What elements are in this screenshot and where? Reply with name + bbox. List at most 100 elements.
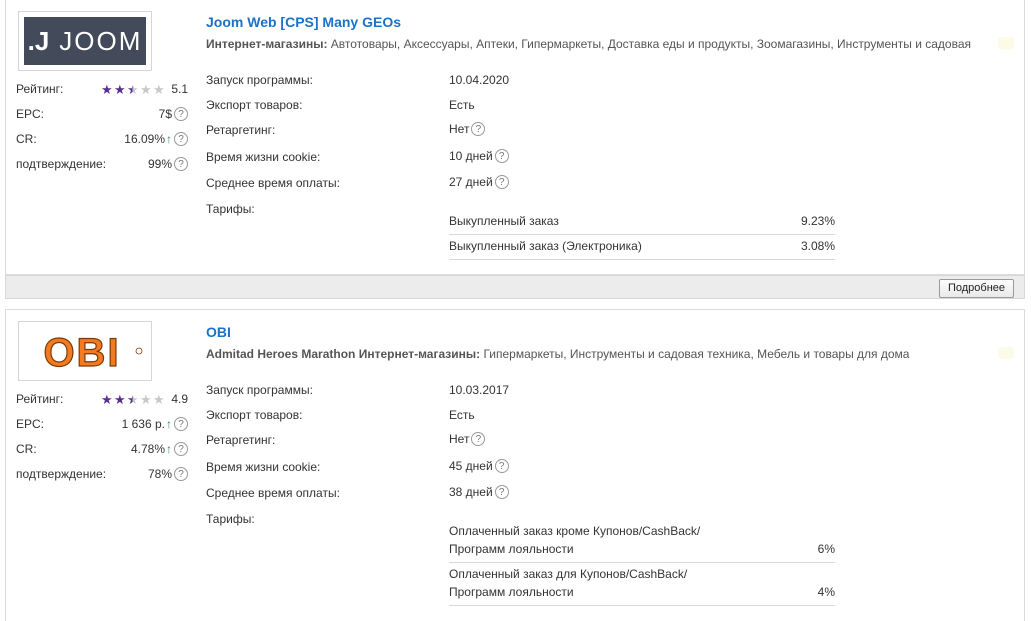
help-icon[interactable]: ? [174, 107, 188, 121]
tariff-name: Выкупленный заказ (Электроника) [449, 239, 642, 253]
program-card-obi: OBI Рейтинг: ★ ★ ★ ★ ★ 4.9 EPC: 1 636 р. ↑? C… [5, 309, 1025, 621]
rating-value: 4.9 [171, 392, 188, 406]
help-icon[interactable]: ? [174, 132, 188, 146]
cr-value: 16.09% [124, 132, 165, 146]
tariff-row: Выкупленный заказ (Электроника) 3.08% [449, 239, 835, 260]
cookie-cell: 10 дней? [449, 149, 509, 163]
star-icon: ★ [152, 391, 165, 407]
program-categories: Admitad Heroes Marathon Интернет-магазин… [206, 347, 909, 361]
cookie-label: Время жизни cookie: [206, 150, 321, 164]
obi-logo[interactable]: OBI [18, 321, 152, 381]
tariff-name-line1: Оплаченный заказ для Купонов/CashBack/ [449, 567, 688, 581]
confirm-row: подтверждение: 78%? [16, 467, 188, 485]
help-icon[interactable]: ? [494, 149, 509, 163]
rating-stars: ★ ★ ★ ★ ★ [100, 83, 165, 96]
cr-label: CR: [16, 132, 37, 146]
confirm-label: подтверждение: [16, 467, 107, 481]
help-icon[interactable]: ? [471, 122, 486, 136]
joom-logo[interactable]: .J JOOM [18, 11, 152, 71]
program-title[interactable]: OBI [206, 324, 231, 340]
confirm-value: 78% [147, 467, 172, 481]
payment-label: Среднее время оплаты: [206, 486, 340, 500]
export-value: Есть [449, 408, 475, 422]
cookie-label: Время жизни cookie: [206, 460, 321, 474]
trend-up-icon: ↑ [166, 417, 172, 431]
help-icon[interactable]: ? [494, 175, 509, 189]
joom-logo-text: JOOM [59, 25, 143, 56]
help-icon[interactable]: ? [174, 157, 188, 171]
cr-row: CR: 16.09% ↑? [16, 132, 188, 150]
star-icon: ★ [100, 81, 113, 97]
star-icon: ★ [113, 391, 126, 407]
star-icon: ★ [126, 391, 139, 407]
help-icon[interactable]: ? [174, 417, 188, 431]
more-details-button[interactable]: Подробнее [938, 279, 1014, 298]
tariffs-label: Тарифы: [206, 512, 255, 526]
rating-value: 5.1 [171, 82, 188, 96]
favorite-icon[interactable] [998, 347, 1014, 359]
help-icon[interactable]: ? [174, 442, 188, 456]
rating-row: Рейтинг: ★ ★ ★ ★ ★ 5.1 [16, 82, 188, 100]
cookie-value: 45 дней [449, 459, 493, 473]
epc-row: EPC: 7$? [16, 107, 188, 125]
tariff-name-line2: Программ лояльности [449, 542, 574, 556]
tariff-value: 4% [817, 585, 835, 599]
tariff-value: 6% [817, 542, 835, 556]
favorite-icon[interactable] [998, 37, 1014, 49]
rating-stars: ★ ★ ★ ★ ★ [100, 393, 165, 406]
retarget-cell: Нет? [449, 122, 486, 136]
tariff-name: Выкупленный заказ [449, 214, 559, 228]
category-prefix: Admitad Heroes Marathon Интернет-магазин… [206, 347, 481, 361]
retarget-value: Нет [449, 122, 470, 136]
retarget-label: Ретаргетинг: [206, 433, 276, 447]
tariff-row: Оплаченный заказ для Купонов/CashBack/ П… [449, 567, 835, 606]
tariff-name-line2: Программ лояльности [449, 585, 574, 599]
category-prefix: Интернет-магазины: [206, 37, 328, 51]
star-icon: ★ [139, 81, 152, 97]
payment-label: Среднее время оплаты: [206, 176, 340, 190]
cookie-value: 10 дней [449, 149, 493, 163]
cookie-cell: 45 дней? [449, 459, 509, 473]
category-list: Гипермаркеты, Инструменты и садовая техн… [483, 347, 910, 361]
program-card-joom: .J JOOM Рейтинг: ★ ★ ★ ★ ★ 5.1 EPC: 7$? CR: … [5, 0, 1025, 275]
obi-logo-text: OBI [43, 331, 120, 373]
tariff-row: Оплаченный заказ кроме Купонов/CashBack/… [449, 524, 835, 563]
epc-value: 1 636 р. [121, 417, 165, 431]
confirm-row: подтверждение: 99%? [16, 157, 188, 175]
confirm-label: подтверждение: [16, 157, 107, 171]
star-icon: ★ [152, 81, 165, 97]
help-icon[interactable]: ? [494, 459, 509, 473]
help-icon[interactable]: ? [494, 485, 509, 499]
epc-row: EPC: 1 636 р. ↑? [16, 417, 188, 435]
tariff-value: 3.08% [800, 239, 835, 253]
rating-row: Рейтинг: ★ ★ ★ ★ ★ 4.9 [16, 392, 188, 410]
category-list: Автотовары, Аксессуары, Аптеки, Гипермар… [330, 37, 972, 51]
retarget-label: Ретаргетинг: [206, 123, 276, 137]
epc-label: EPC: [16, 417, 45, 431]
trend-up-icon: ↑ [166, 442, 172, 456]
confirm-value: 99% [147, 157, 172, 171]
payment-value: 38 дней [449, 485, 493, 499]
payment-cell: 38 дней? [449, 485, 509, 499]
launch-label: Запуск программы: [206, 383, 313, 397]
cr-value: 4.78% [130, 442, 165, 456]
obi-logo-graphic: OBI [43, 330, 143, 373]
rating-label: Рейтинг: [16, 82, 64, 96]
program-title[interactable]: Joom Web [CPS] Many GEOs [206, 14, 401, 30]
cr-row: CR: 4.78% ↑? [16, 442, 188, 460]
help-icon[interactable]: ? [174, 467, 188, 481]
star-icon: ★ [126, 81, 139, 97]
tariff-value: 9.23% [800, 214, 835, 228]
star-icon: ★ [139, 391, 152, 407]
launch-value: 10.03.2017 [449, 383, 510, 397]
export-label: Экспорт товаров: [206, 98, 303, 112]
star-icon: ★ [100, 391, 113, 407]
star-icon: ★ [113, 81, 126, 97]
export-value: Есть [449, 98, 475, 112]
trend-up-icon: ↑ [166, 132, 172, 146]
program-categories: Интернет-магазины: Автотовары, Аксессуар… [206, 37, 971, 51]
payment-value: 27 дней [449, 175, 493, 189]
launch-value: 10.04.2020 [449, 73, 510, 87]
joom-logo-mark: .J [27, 25, 50, 56]
help-icon[interactable]: ? [471, 432, 486, 446]
